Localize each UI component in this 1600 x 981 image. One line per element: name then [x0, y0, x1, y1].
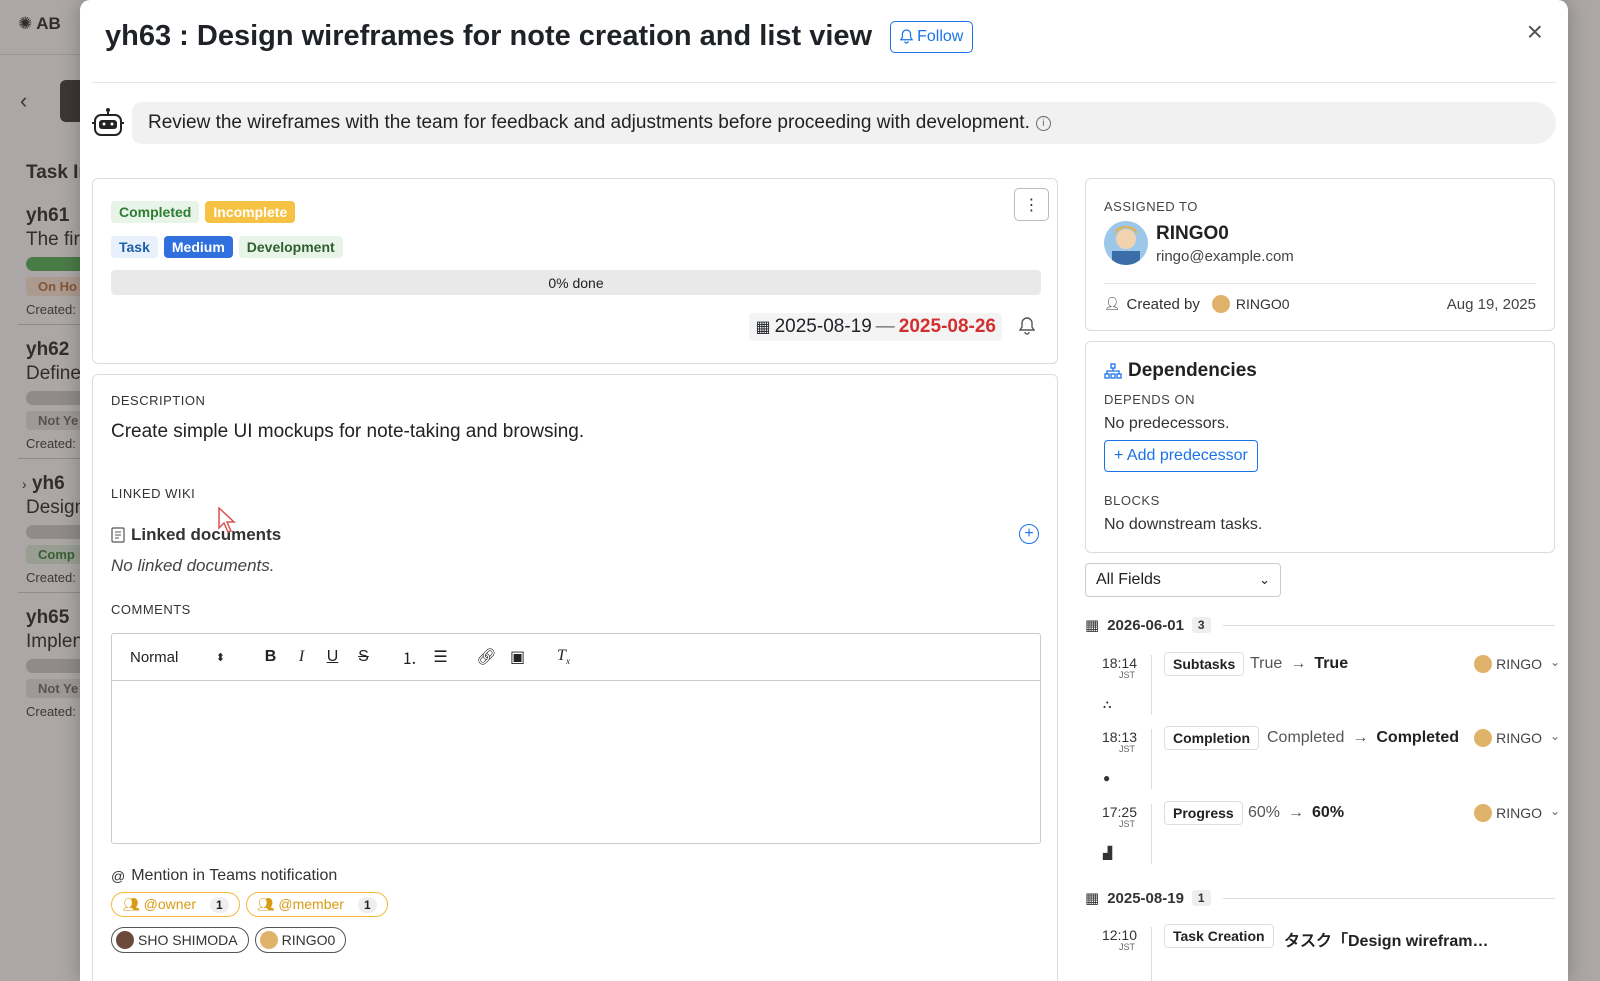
editor-toolbar: Normal ⬍ B I U S ⒈ ☰ 🔗︎ ▣ Tx: [112, 634, 1040, 681]
created-by-row: 👤︎ Created by RINGO0 Aug 19, 2025: [1104, 295, 1536, 313]
chevron-down-icon: ⌄: [1259, 572, 1270, 587]
date-separator: —: [875, 316, 895, 337]
close-icon[interactable]: ×: [1527, 18, 1543, 46]
history-entry: 12:10 JST Task Creation タスク「Design wiref…: [1085, 924, 1560, 981]
add-linked-document-icon[interactable]: +: [1019, 524, 1039, 544]
hierarchy-icon: [1104, 363, 1122, 379]
history-field-badge: Task Creation: [1164, 924, 1274, 948]
history-field-badge: Completion: [1164, 726, 1259, 750]
avatar: [1474, 804, 1493, 822]
chevron-down-icon[interactable]: ⌄: [1550, 729, 1560, 743]
avatar: [116, 931, 134, 949]
more-options-button[interactable]: ⋮: [1014, 188, 1049, 221]
blocks-empty: No downstream tasks.: [1104, 516, 1263, 533]
history-entry: 18:14 JST ⛬ Subtasks True → True RINGO ⌄: [1085, 652, 1560, 715]
history-entry: 18:13 JST ● Completion Completed → Complet…: [1085, 726, 1560, 789]
user-add-icon: 👤︎: [1104, 296, 1121, 311]
reminder-bell-icon[interactable]: [1019, 317, 1035, 335]
chevron-down-icon[interactable]: ⌄: [1550, 655, 1560, 669]
task-detail-modal: yh63 : Design wireframes for note creati…: [80, 0, 1568, 981]
robot-icon: [92, 108, 124, 136]
description-text[interactable]: Create simple UI mockups for note-taking…: [111, 421, 584, 443]
calendar-icon: ▦: [1085, 890, 1100, 907]
assignment-card: ASSIGNED TO RINGO0 ringo@example.com 👤︎ …: [1085, 178, 1555, 331]
avatar: [259, 931, 278, 949]
type-badge[interactable]: Task: [111, 236, 158, 258]
check-circle-icon: ●: [1103, 771, 1111, 785]
depends-on-label: DEPENDS ON: [1104, 392, 1195, 407]
history-entry: 17:25 JST ▟ Progress 60% → 60% RINGO ⌄: [1085, 801, 1560, 864]
history-field-filter[interactable]: All Fields ⌄: [1085, 563, 1281, 597]
avatar: [1474, 655, 1493, 673]
description-label: DESCRIPTION: [111, 393, 206, 408]
document-icon: [111, 527, 125, 543]
dependencies-card: Dependencies DEPENDS ON No predecessors.…: [1085, 341, 1555, 553]
plus-icon: +: [1114, 447, 1124, 464]
comments-label: COMMENTS: [111, 602, 191, 617]
select-arrows-icon: ⬍: [215, 651, 225, 664]
priority-badge[interactable]: Medium: [163, 236, 233, 258]
status-completed-badge[interactable]: Completed: [111, 201, 200, 223]
follow-button[interactable]: Follow: [890, 20, 974, 53]
info-icon[interactable]: i: [1035, 115, 1051, 131]
linked-documents-empty: No linked documents.: [111, 556, 275, 575]
linked-wiki-label: LINKED WIKI: [111, 486, 196, 501]
group-icon: 👥︎: [256, 896, 275, 912]
chevron-down-icon[interactable]: ⌄: [1550, 804, 1560, 818]
avatar: [1474, 729, 1493, 747]
end-date: 2025-08-26: [898, 316, 996, 337]
history-date-group: ▦ 2026-06-01 3: [1085, 616, 1555, 634]
at-icon: @: [111, 868, 126, 884]
assignee-name[interactable]: RINGO0: [1156, 223, 1229, 245]
bullet-list-icon[interactable]: ☰: [425, 647, 456, 667]
task-title: yh63 : Design wireframes for note creati…: [105, 20, 873, 52]
avatar: [1211, 295, 1230, 313]
status-incomplete-badge[interactable]: Incomplete: [205, 201, 296, 223]
ai-summary-text: Review the wireframes with the team for …: [148, 112, 1030, 133]
italic-icon[interactable]: I: [286, 648, 317, 666]
kebab-icon: ⋮: [1023, 196, 1040, 214]
category-badge[interactable]: Development: [238, 236, 343, 258]
assignee-email: ringo@example.com: [1156, 248, 1294, 265]
ordered-list-icon[interactable]: ⒈: [394, 645, 425, 669]
ai-summary: Review the wireframes with the team for …: [90, 102, 1556, 144]
bell-icon: [900, 29, 914, 44]
bar-chart-icon: ▟: [1103, 846, 1113, 860]
progress-label: 0% done: [548, 274, 604, 291]
mention-user-chip[interactable]: SHO SHIMODA: [111, 927, 249, 953]
status-card: Completed Incomplete Task Medium Develop…: [92, 178, 1058, 364]
clear-format-icon[interactable]: Tx: [548, 647, 579, 666]
format-select[interactable]: Normal ⬍: [130, 649, 225, 666]
history-field-badge: Subtasks: [1164, 652, 1245, 676]
created-date: Aug 19, 2025: [1446, 295, 1536, 313]
strikethrough-icon[interactable]: S: [348, 648, 379, 666]
subtasks-icon: ⛬: [1103, 697, 1112, 711]
creator-name: RINGO0: [1235, 296, 1290, 312]
date-range[interactable]: ▦ 2025-08-19 — 2025-08-26: [749, 313, 1002, 341]
linked-documents-title: Linked documents: [131, 525, 282, 544]
progress-bar: 0% done: [111, 270, 1041, 295]
assigned-to-label: ASSIGNED TO: [1104, 199, 1198, 214]
mention-member-chip[interactable]: 👥︎ @member 1: [245, 892, 388, 917]
mention-owner-chip[interactable]: 👥︎ @owner 1: [111, 892, 240, 917]
link-icon[interactable]: 🔗︎: [471, 647, 502, 667]
assignee-avatar: [1104, 221, 1148, 265]
mention-user-chip[interactable]: RINGO0: [254, 927, 347, 953]
bold-icon[interactable]: B: [255, 648, 286, 666]
add-predecessor-button[interactable]: + Add predecessor: [1104, 440, 1258, 472]
depends-on-empty: No predecessors.: [1104, 415, 1230, 432]
mention-label-row: @ Mention in Teams notification: [111, 867, 338, 884]
comment-editor[interactable]: Normal ⬍ B I U S ⒈ ☰ 🔗︎ ▣ Tx: [111, 633, 1041, 844]
mouse-cursor-icon: [218, 507, 236, 533]
calendar-icon: ▦: [755, 319, 771, 336]
calendar-icon: ▦: [1085, 617, 1100, 634]
history-date-group: ▦ 2025-08-19 1: [1085, 889, 1555, 907]
description-card: DESCRIPTION Create simple UI mockups for…: [92, 374, 1058, 981]
blocks-label: BLOCKS: [1104, 493, 1160, 508]
image-icon[interactable]: ▣: [502, 647, 533, 667]
group-icon: 👥︎: [122, 896, 140, 912]
history-field-badge: Progress: [1164, 801, 1243, 825]
start-date: 2025-08-19: [774, 316, 872, 337]
underline-icon[interactable]: U: [317, 648, 348, 666]
